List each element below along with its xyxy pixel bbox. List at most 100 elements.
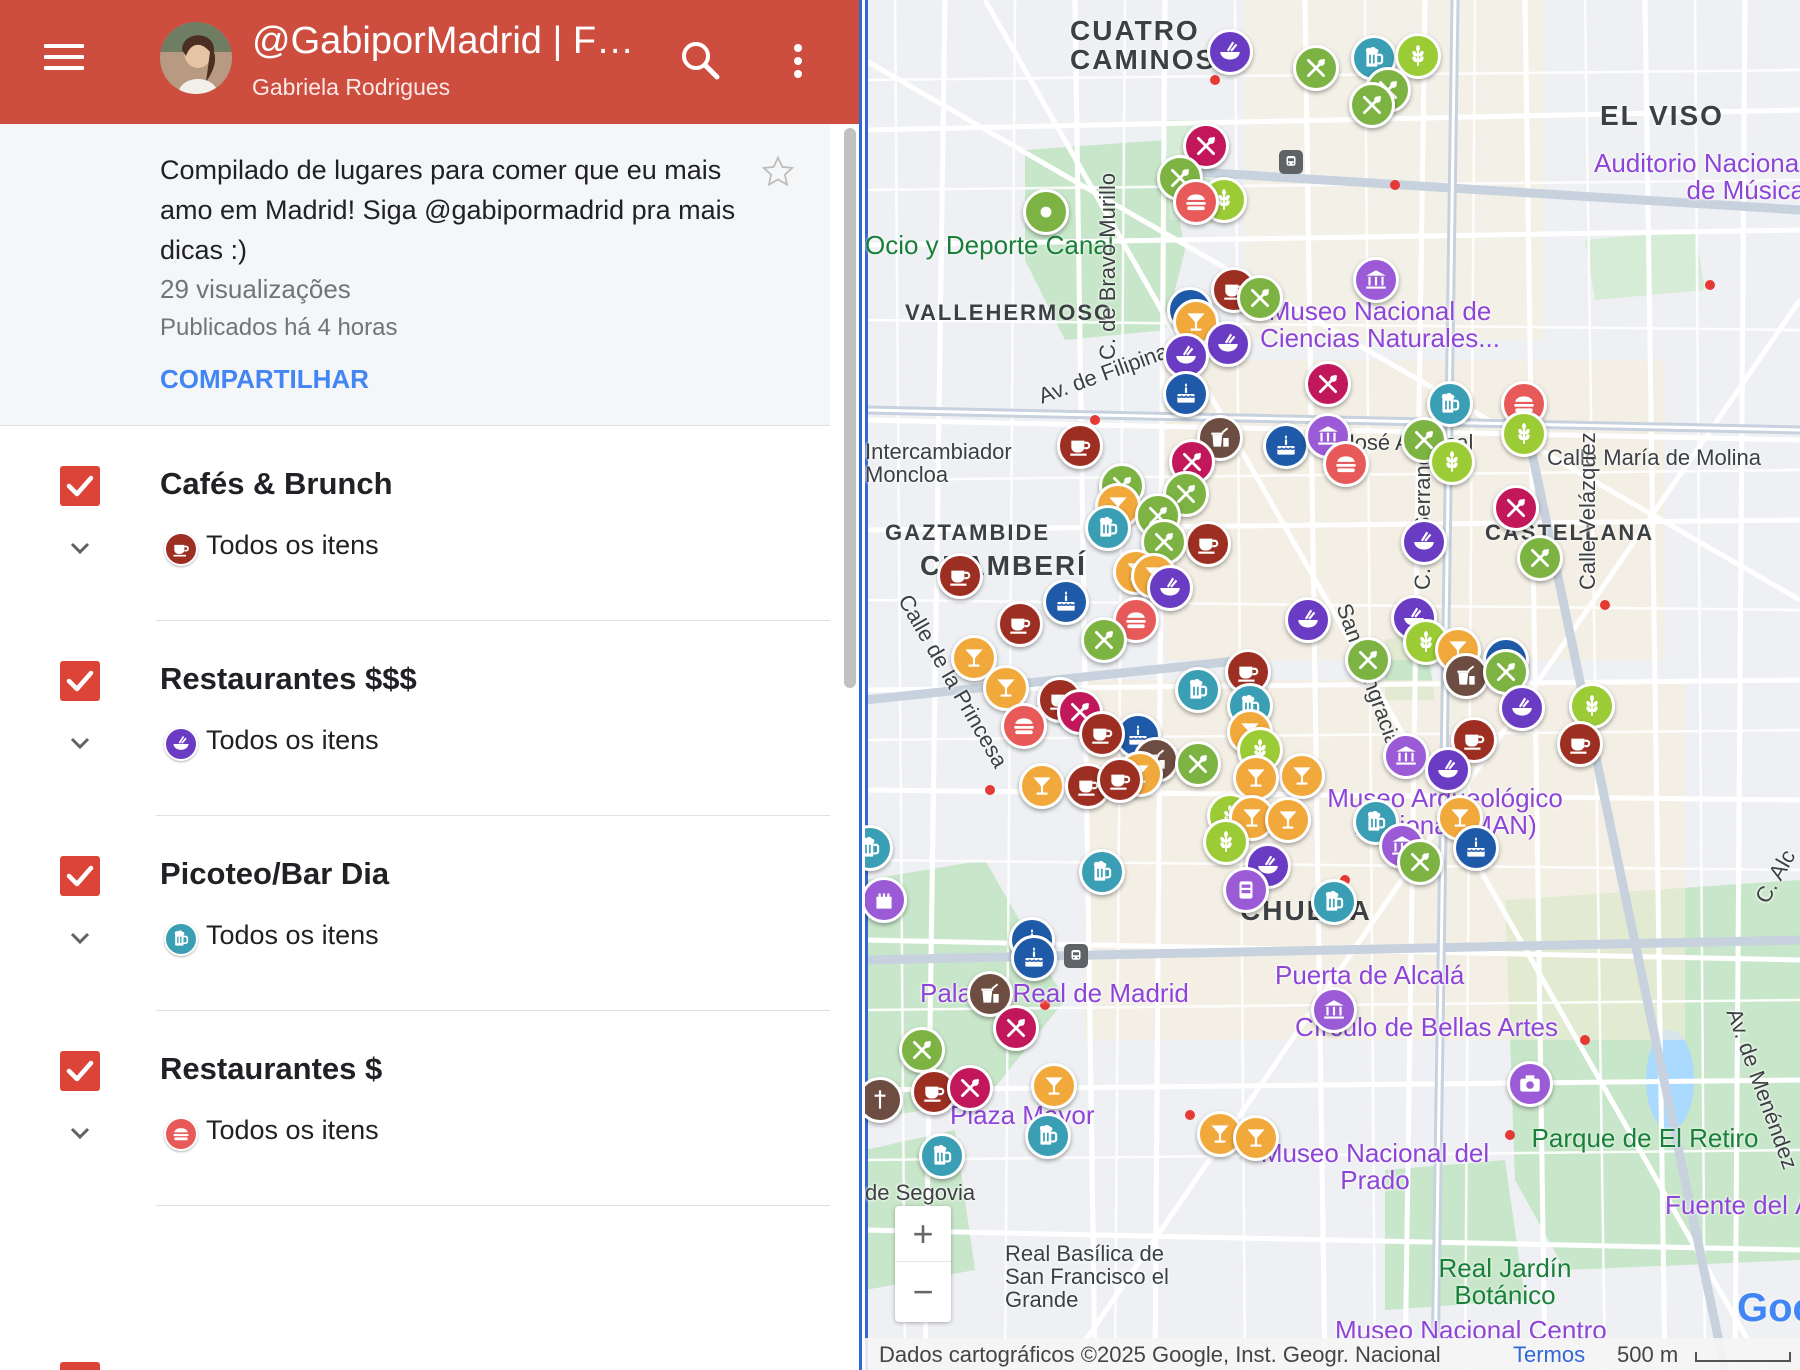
cutlery-map-marker[interactable] <box>947 1065 993 1111</box>
bowl-map-marker[interactable] <box>1401 519 1447 565</box>
coffee-map-marker[interactable] <box>1185 521 1231 567</box>
cutlery-map-marker[interactable] <box>993 1005 1039 1051</box>
coffee-map-marker[interactable] <box>1557 721 1603 767</box>
cocktail-map-marker[interactable] <box>1233 755 1279 801</box>
layer-visibility-checkbox[interactable] <box>60 1362 100 1370</box>
map-label-canal[interactable]: Ocio y Deporte Canal <box>865 230 1114 261</box>
cutlery-map-marker[interactable] <box>899 1027 945 1073</box>
menu-icon[interactable] <box>44 44 84 76</box>
chevron-down-icon[interactable] <box>66 534 94 562</box>
share-button[interactable]: COMPARTILHAR <box>160 364 369 395</box>
cutlery-map-marker[interactable] <box>1397 839 1443 885</box>
coffee-map-marker[interactable] <box>1079 711 1125 757</box>
cocktail-map-marker[interactable] <box>1265 797 1311 843</box>
theater-map-marker[interactable] <box>1223 867 1269 913</box>
cutlery-map-marker[interactable] <box>1237 275 1283 321</box>
star-icon[interactable] <box>760 154 796 190</box>
map-label-jardin-botanico[interactable]: Real Jardín Botánico <box>1385 1254 1625 1310</box>
train-station-icon[interactable] <box>1279 150 1303 174</box>
layer-all-items-link[interactable]: Todos os itens <box>206 725 379 756</box>
beer-map-marker[interactable] <box>1175 667 1221 713</box>
map-label-parque-retiro[interactable]: Parque de El Retiro <box>1525 1124 1765 1152</box>
train-station-icon[interactable] <box>1064 944 1088 968</box>
wheat-map-marker[interactable] <box>1501 411 1547 457</box>
beer-map-marker[interactable] <box>1079 849 1125 895</box>
cocktail-map-marker[interactable] <box>1279 753 1325 799</box>
more-options-icon[interactable] <box>780 36 816 86</box>
wheat-map-marker[interactable] <box>1203 819 1249 865</box>
chevron-down-icon[interactable] <box>66 924 94 952</box>
layer-name[interactable]: Restaurantes $ <box>160 1051 382 1087</box>
bowl-map-marker[interactable] <box>1207 29 1253 75</box>
cake-map-marker[interactable] <box>1263 423 1309 469</box>
bowl-map-marker[interactable] <box>1499 685 1545 731</box>
layer-visibility-checkbox[interactable] <box>60 466 100 506</box>
burger-map-marker[interactable] <box>1173 179 1219 225</box>
search-icon[interactable] <box>676 36 726 86</box>
chevron-down-icon[interactable] <box>66 729 94 757</box>
avatar[interactable] <box>160 22 232 94</box>
map-label-museo-prado[interactable]: Museo Nacional del Prado <box>1255 1139 1495 1195</box>
cocktail-map-marker[interactable] <box>1233 1115 1279 1161</box>
map-author[interactable]: Gabriela Rodrigues <box>252 74 450 101</box>
zoom-in-button[interactable]: + <box>895 1206 951 1262</box>
cutlery-map-marker[interactable] <box>1349 82 1395 128</box>
beer-map-marker[interactable] <box>919 1133 965 1179</box>
layer-name[interactable]: Cafés & Brunch <box>160 466 393 502</box>
cake-map-marker[interactable] <box>1163 371 1209 417</box>
bowl-map-marker[interactable] <box>1147 565 1193 611</box>
scrollbar-thumb[interactable] <box>844 128 856 688</box>
map-label-fuente[interactable]: Fuente del Á <box>1665 1190 1800 1221</box>
map-label-museo-ciencias[interactable]: Museo Nacional de Ciencias Naturales... <box>1260 297 1500 353</box>
cocktail-map-marker[interactable] <box>1019 763 1065 809</box>
cake-map-marker[interactable] <box>1453 825 1499 871</box>
cutlery-map-marker[interactable] <box>1345 637 1391 683</box>
chevron-down-icon[interactable] <box>66 1119 94 1147</box>
layer-visibility-checkbox[interactable] <box>60 661 100 701</box>
camera-icon <box>1520 1075 1540 1092</box>
coffee-map-marker[interactable] <box>1097 757 1143 803</box>
beer-map-marker[interactable] <box>1311 879 1357 925</box>
bowl-map-marker[interactable] <box>1425 747 1471 793</box>
layer-all-items-link[interactable]: Todos os itens <box>206 1115 379 1146</box>
layer-all-items-link[interactable]: Todos os itens <box>206 530 379 561</box>
zoom-out-button[interactable]: − <box>895 1264 951 1320</box>
layer-all-items-link[interactable]: Todos os itens <box>206 920 379 951</box>
layer-visibility-checkbox[interactable] <box>60 1051 100 1091</box>
museum-map-marker[interactable] <box>1311 987 1357 1033</box>
bowl-map-marker[interactable] <box>1285 597 1331 643</box>
coffee-map-marker[interactable] <box>1057 423 1103 469</box>
cutlery-map-marker[interactable] <box>1175 741 1221 787</box>
wheat-map-marker[interactable] <box>1429 439 1475 485</box>
cutlery-map-marker[interactable] <box>1081 617 1127 663</box>
burger-map-marker[interactable] <box>1001 703 1047 749</box>
cutlery-map-marker[interactable] <box>1305 361 1351 407</box>
cutlery-map-marker[interactable] <box>1517 535 1563 581</box>
cocktail-map-marker[interactable] <box>1031 1063 1077 1109</box>
layer-name[interactable]: Restaurantes $$$ <box>160 661 417 697</box>
museum-map-marker[interactable] <box>1353 257 1399 303</box>
cutlery-map-marker[interactable] <box>1293 45 1339 91</box>
takeaway-map-marker[interactable] <box>1443 653 1489 699</box>
terms-link[interactable]: Termos <box>1513 1342 1585 1368</box>
location-map-marker[interactable] <box>1023 189 1069 235</box>
layer-name[interactable]: Picoteo/Bar Dia <box>160 856 389 892</box>
map-label-puerta-alcala[interactable]: Puerta de Alcalá <box>1275 960 1464 991</box>
map-label-auditorio[interactable]: Auditorio Nacional de Música <box>1565 149 1800 205</box>
camera-map-marker[interactable] <box>1507 1061 1553 1107</box>
burger-map-marker[interactable] <box>1323 441 1369 487</box>
cake-map-marker[interactable] <box>1011 935 1057 981</box>
cutlery-map-marker[interactable] <box>1493 485 1539 531</box>
beer-map-marker[interactable] <box>1025 1113 1071 1159</box>
map-label-palacio-real[interactable]: Palacio Real de Madrid <box>920 978 1189 1009</box>
cake-icon <box>1176 383 1196 403</box>
layer-visibility-checkbox[interactable] <box>60 856 100 896</box>
museum-map-marker[interactable] <box>1383 733 1429 779</box>
bowl-map-marker[interactable] <box>1205 321 1251 367</box>
coffee-map-marker[interactable] <box>937 553 983 599</box>
map-canvas[interactable]: CUATRO CAMINOS EL VISO Auditorio Nacional … <box>865 0 1800 1370</box>
google-my-maps-app: @GabiporMadrid | FOOD MAP Gabriela Rodri… <box>0 0 1800 1370</box>
beer-map-marker[interactable] <box>1085 505 1131 551</box>
cake-map-marker[interactable] <box>1043 579 1089 625</box>
coffee-map-marker[interactable] <box>997 601 1043 647</box>
